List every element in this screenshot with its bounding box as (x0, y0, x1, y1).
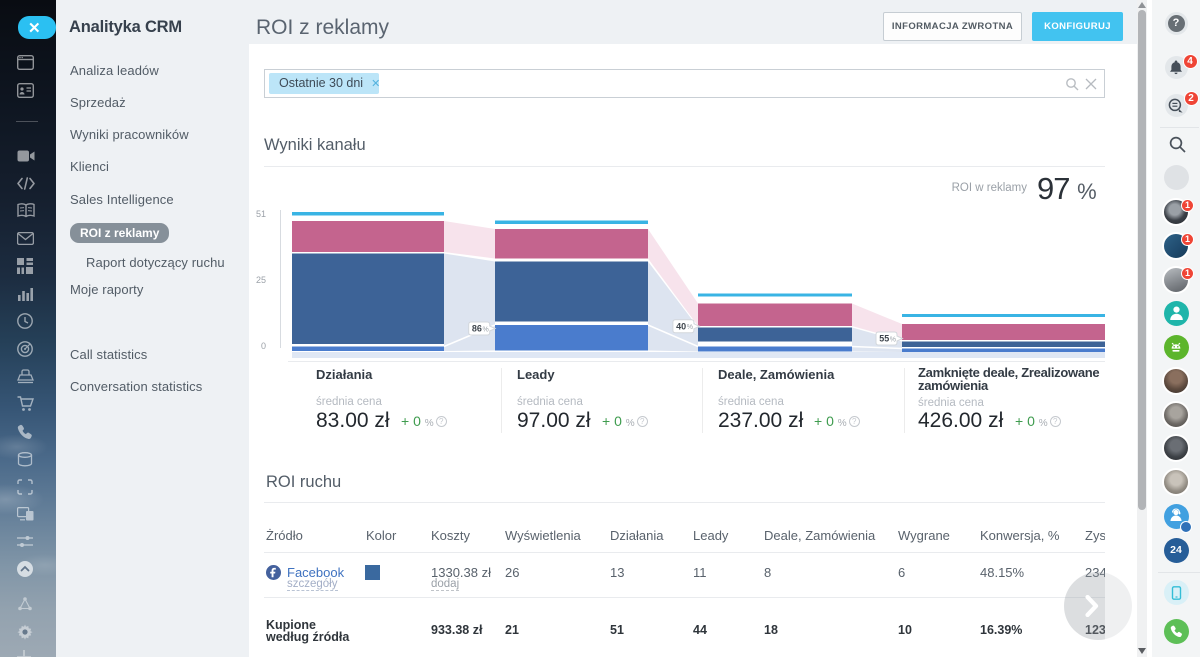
svg-text:?: ? (640, 417, 645, 426)
svg-text:55: 55 (879, 334, 889, 344)
svg-text:%: % (687, 324, 693, 331)
svg-text:?: ? (852, 417, 857, 426)
svg-text:%: % (483, 326, 489, 333)
svg-text:?: ? (1053, 417, 1058, 426)
svg-text:?: ? (439, 417, 444, 426)
svg-text:%: % (890, 336, 896, 343)
svg-text:40: 40 (676, 321, 686, 331)
svg-text:86: 86 (472, 324, 482, 334)
